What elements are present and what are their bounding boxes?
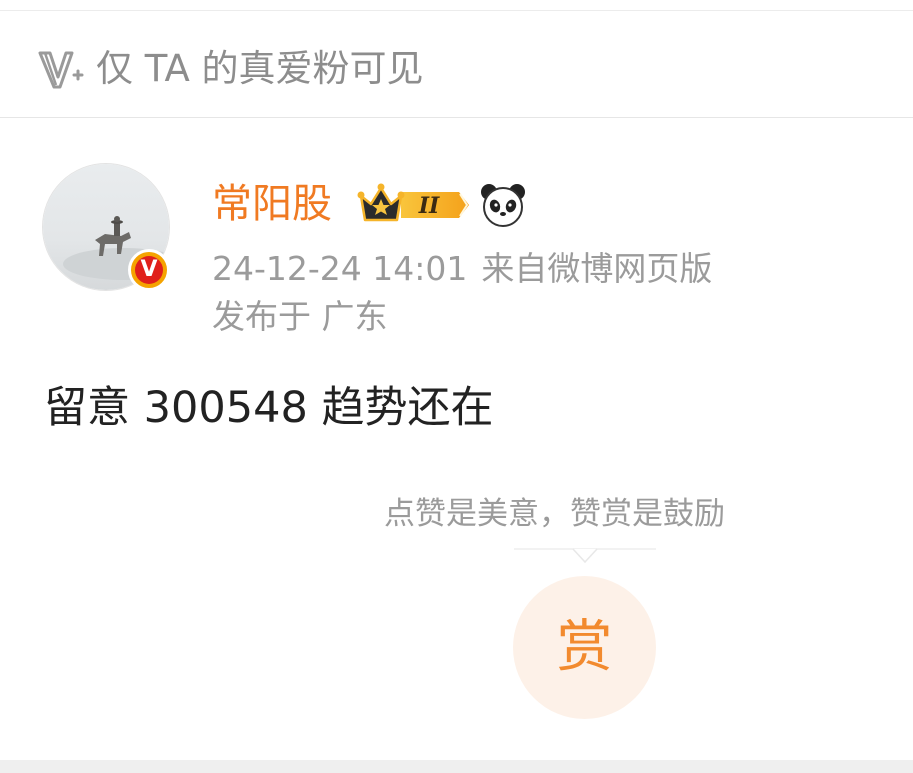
visibility-bar: 仅 TA 的真爱粉可见 xyxy=(0,11,913,118)
v-plus-icon xyxy=(38,51,84,89)
reward-button[interactable]: 赏 xyxy=(513,576,656,719)
author-name[interactable]: 常阳股 xyxy=(212,180,332,228)
verified-badge: V xyxy=(128,249,170,291)
post-content: 留意 300548 趋势还在 xyxy=(44,383,494,433)
crown-membership-badge[interactable]: II xyxy=(355,182,473,228)
top-divider xyxy=(0,0,913,11)
membership-level-text: II xyxy=(418,193,440,219)
reward-tip: 点赞是美意，赞赏是鼓励 xyxy=(384,496,725,532)
tip-pointer xyxy=(514,548,656,564)
visibility-label: 仅 TA 的真爱粉可见 xyxy=(96,47,424,90)
post-location: 发布于 广东 xyxy=(212,297,388,336)
bottom-divider xyxy=(0,760,913,773)
post-meta: 24-12-24 14:01 来自微博网页版 xyxy=(212,248,712,290)
reward-button-label: 赏 xyxy=(556,615,613,680)
post-timestamp: 24-12-24 14:01 xyxy=(212,249,468,288)
verified-v-icon: V xyxy=(135,256,163,284)
post-source: 来自微博网页版 xyxy=(481,249,713,288)
panda-icon xyxy=(481,184,525,227)
author-avatar[interactable]: V xyxy=(42,163,170,291)
